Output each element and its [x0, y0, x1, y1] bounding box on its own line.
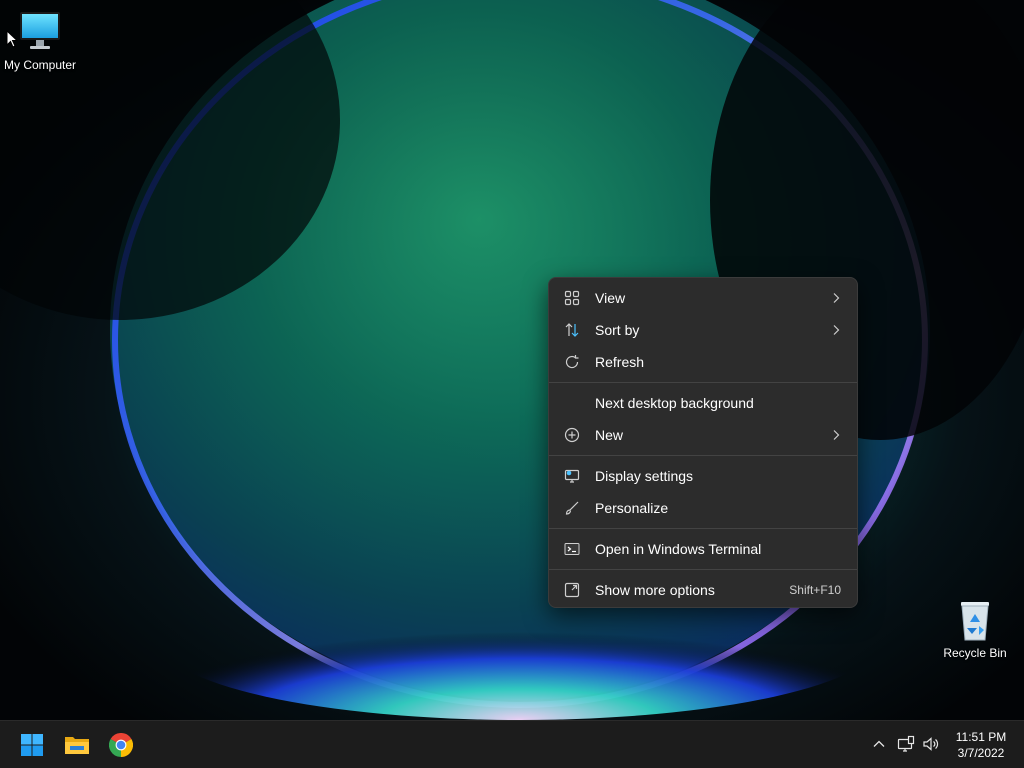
- menu-item-display-settings[interactable]: Display settings: [553, 460, 853, 492]
- brush-icon: [563, 499, 581, 517]
- mouse-cursor: [6, 30, 18, 48]
- chevron-right-icon: [833, 325, 840, 335]
- network-icon: [897, 735, 915, 752]
- menu-item-label: Sort by: [595, 322, 640, 338]
- chevron-right-icon: [833, 293, 840, 303]
- menu-item-view[interactable]: View: [553, 282, 853, 314]
- recycle-bin-icon: [951, 596, 999, 644]
- plus-circle-icon: [563, 426, 581, 444]
- expand-icon: [563, 581, 581, 599]
- menu-item-label: Refresh: [595, 354, 645, 370]
- menu-item-label: New: [595, 427, 624, 443]
- recycle-bin-label: Recycle Bin: [943, 646, 1007, 660]
- volume-icon: [923, 737, 939, 751]
- menu-item-label: Show more options: [595, 582, 715, 598]
- menu-item-personalize[interactable]: Personalize: [553, 492, 853, 524]
- my-computer-label: My Computer: [3, 58, 77, 72]
- keyboard-shortcut: Shift+F10: [789, 583, 841, 597]
- network-button[interactable]: [895, 733, 917, 755]
- menu-separator: [549, 382, 857, 383]
- menu-separator: [549, 528, 857, 529]
- taskbar: 11:51 PM 3/7/2022: [0, 720, 1024, 768]
- refresh-icon: [563, 353, 581, 371]
- desktop-wallpaper: [0, 0, 1024, 720]
- file-explorer-button[interactable]: [59, 727, 95, 763]
- volume-button[interactable]: [920, 733, 942, 755]
- menu-item-sort-by[interactable]: Sort by: [553, 314, 853, 346]
- display-settings-icon: [563, 467, 581, 485]
- monitor-icon: [16, 8, 64, 56]
- desktop[interactable]: My Computer Recycle Bin View Sort by Ref…: [0, 0, 1024, 768]
- chevron-right-icon: [833, 430, 840, 440]
- grid-icon: [563, 289, 581, 307]
- clock-date: 3/7/2022: [957, 746, 1005, 760]
- terminal-icon: [563, 540, 581, 558]
- menu-item-refresh[interactable]: Refresh: [553, 346, 853, 378]
- clock-time: 11:51 PM: [955, 730, 1007, 744]
- sort-icon: [563, 321, 581, 339]
- menu-item-show-more-options[interactable]: Show more options Shift+F10: [553, 574, 853, 606]
- taskbar-clock[interactable]: 11:51 PM 3/7/2022: [946, 727, 1016, 763]
- menu-item-new[interactable]: New: [553, 419, 853, 451]
- desktop-context-menu: View Sort by Refresh Next desktop backgr…: [548, 277, 858, 608]
- menu-item-label: View: [595, 290, 626, 306]
- folder-icon: [65, 737, 89, 754]
- menu-item-label: Display settings: [595, 468, 694, 484]
- menu-separator: [549, 455, 857, 456]
- menu-separator: [549, 569, 857, 570]
- windows-logo-icon: [21, 734, 43, 756]
- recycle-bin-shortcut[interactable]: Recycle Bin: [935, 596, 1015, 660]
- menu-item-next-desktop-background[interactable]: Next desktop background: [553, 387, 853, 419]
- start-button[interactable]: [14, 727, 50, 763]
- menu-item-label: Open in Windows Terminal: [595, 541, 762, 557]
- chevron-up-icon: [873, 740, 885, 747]
- show-hidden-icons-button[interactable]: [868, 733, 890, 755]
- chrome-icon: [109, 733, 133, 757]
- chrome-button[interactable]: [103, 727, 139, 763]
- menu-item-open-in-terminal[interactable]: Open in Windows Terminal: [553, 533, 853, 565]
- menu-item-label: Next desktop background: [595, 395, 754, 411]
- menu-item-label: Personalize: [595, 500, 669, 516]
